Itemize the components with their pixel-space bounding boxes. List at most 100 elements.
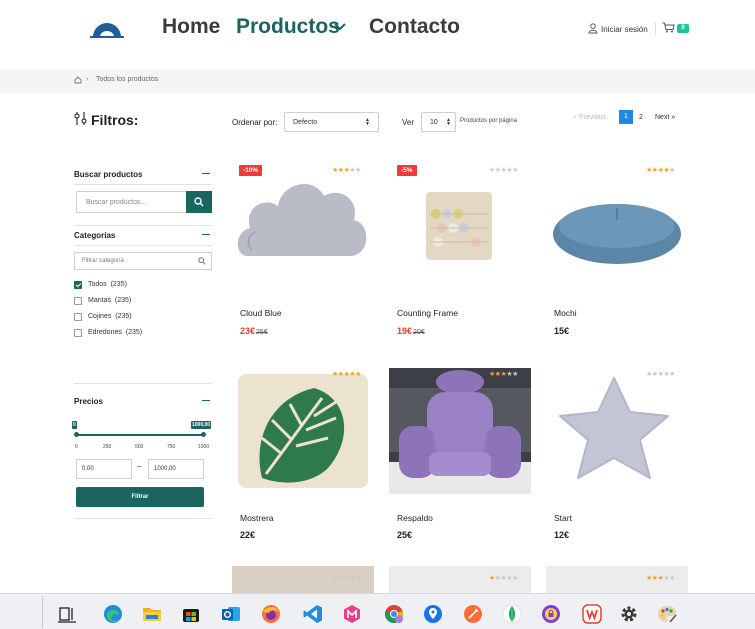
vscode-icon[interactable] [302,603,324,625]
search-input[interactable]: Buscar productos... [76,191,186,213]
rating-stars: ★★★★★ [646,371,675,378]
file-explorer-icon[interactable] [141,603,163,625]
pagination-page-2[interactable]: 2 [639,114,643,121]
home-icon[interactable] [74,76,82,84]
breadcrumb-separator: › [86,76,89,83]
per-page-text: Productos por página [460,118,518,124]
divider [74,184,212,185]
outlook-icon[interactable] [220,603,242,625]
divider [74,245,212,246]
sliders-icon [74,112,87,125]
nav-contact-link[interactable]: Contacto [369,15,460,39]
maps-pin-icon[interactable] [422,603,444,625]
app-m-icon[interactable] [341,603,363,625]
product-price: 19€20€ [397,326,425,336]
rating-stars: ★★★★★ [489,167,518,174]
settings-icon[interactable] [618,603,640,625]
collapse-icon[interactable] [202,173,210,175]
product-name[interactable]: Respaldo [397,513,433,523]
order-by-select[interactable]: Defecto ▲ ▼ [284,112,379,132]
price-min-input[interactable]: 0,00 [76,459,132,479]
user-icon[interactable] [588,23,598,34]
edge-icon[interactable] [102,603,124,625]
category-label-edredones[interactable]: Edredones (235) [88,329,142,336]
product-image-mochi[interactable] [546,160,688,295]
cart-icon[interactable] [662,22,675,33]
divider [74,518,212,519]
pagination-previous[interactable]: « Previous [573,114,606,121]
prices-section-title[interactable]: Precios [74,397,103,406]
category-checkbox-edredones[interactable] [74,329,82,337]
filter-button[interactable]: Filtrar [76,487,204,507]
pagination-next[interactable]: Next » [655,114,675,121]
price-slider-track[interactable] [76,434,204,436]
discount-badge: -10% [239,165,263,176]
category-label-cojines[interactable]: Cojines (235) [88,313,132,320]
header-divider [655,22,656,35]
product-price: 25€ [397,530,413,540]
categories-section-title[interactable]: Categorías [74,231,115,240]
search-section-title[interactable]: Buscar productos [74,170,142,179]
nav-products-link[interactable]: Productos [236,15,340,39]
chrome-icon[interactable] [383,603,405,625]
postman-icon[interactable] [462,603,484,625]
product-image-respaldo[interactable] [389,368,531,494]
price-max-input[interactable]: 1000,00 [148,459,204,479]
search-button[interactable] [186,191,212,213]
product-image-start[interactable] [546,368,688,494]
rating-stars: ★★★★★ [332,371,361,378]
price-tick: 1000 [198,444,210,450]
price-range-dash: – [137,462,142,471]
category-checkbox-todos[interactable] [74,281,82,289]
per-page-select[interactable]: 10 ▲ ▼ [421,112,456,132]
paint-icon[interactable] [656,603,678,625]
collapse-icon[interactable] [202,400,210,402]
mongodb-icon[interactable] [501,603,523,625]
task-view-icon[interactable] [56,603,78,625]
star-empty-icon: ★ [355,575,361,582]
select-arrows-icon: ▲ ▼ [365,117,370,127]
app-lock-icon[interactable] [540,603,562,625]
product-name[interactable]: Cloud Blue [240,308,282,318]
divider [74,383,212,384]
product-name[interactable]: Counting Frame [397,308,458,318]
login-link[interactable]: Iniciar sesión [601,25,648,34]
category-filter-input[interactable]: Filtrar categoría [74,252,212,270]
product-price: 22€ [240,530,256,540]
star-empty-icon: ★ [669,371,675,378]
star-empty-icon: ★ [512,167,518,174]
product-image-mostrera[interactable] [232,368,374,494]
product-old-price: 25€ [256,329,268,336]
firefox-icon[interactable] [260,603,282,625]
price-slider-min-handle[interactable] [74,432,79,437]
product-name[interactable]: Mostrera [240,513,274,523]
nav-home-link[interactable]: Home [162,15,220,39]
category-checkbox-cojines[interactable] [74,313,82,321]
price-tick: 250 [103,444,112,450]
rating-stars: ★★★★★ [332,575,361,582]
search-icon [194,197,204,207]
pagination-page-1[interactable]: 1 [619,110,633,124]
microsoft-store-icon[interactable] [180,603,202,625]
star-empty-icon: ★ [669,167,675,174]
category-label-mantas[interactable]: Mantas (235) [88,297,131,304]
rating-stars: ★★★★★ [646,575,675,582]
star-empty-icon: ★ [512,371,518,378]
rating-stars: ★★★★★ [646,167,675,174]
chevron-down-icon[interactable] [333,22,347,32]
wps-office-icon[interactable] [581,603,603,625]
logo-icon[interactable] [88,17,126,39]
divider [74,225,212,226]
product-price: 15€ [554,326,570,336]
price-slider-max-handle[interactable] [201,432,206,437]
product-image-cloud-blue[interactable] [232,160,374,295]
price-max-tag: 1000,00 [191,421,212,429]
product-image-counting-frame[interactable] [390,160,532,295]
category-label-todos[interactable]: Todos (235) [88,281,127,288]
order-by-label: Ordenar por: [232,118,278,127]
category-checkbox-mantas[interactable] [74,297,82,305]
product-name[interactable]: Start [554,513,572,523]
collapse-icon[interactable] [202,234,210,236]
product-name[interactable]: Mochi [554,308,577,318]
star-empty-icon: ★ [512,575,518,582]
